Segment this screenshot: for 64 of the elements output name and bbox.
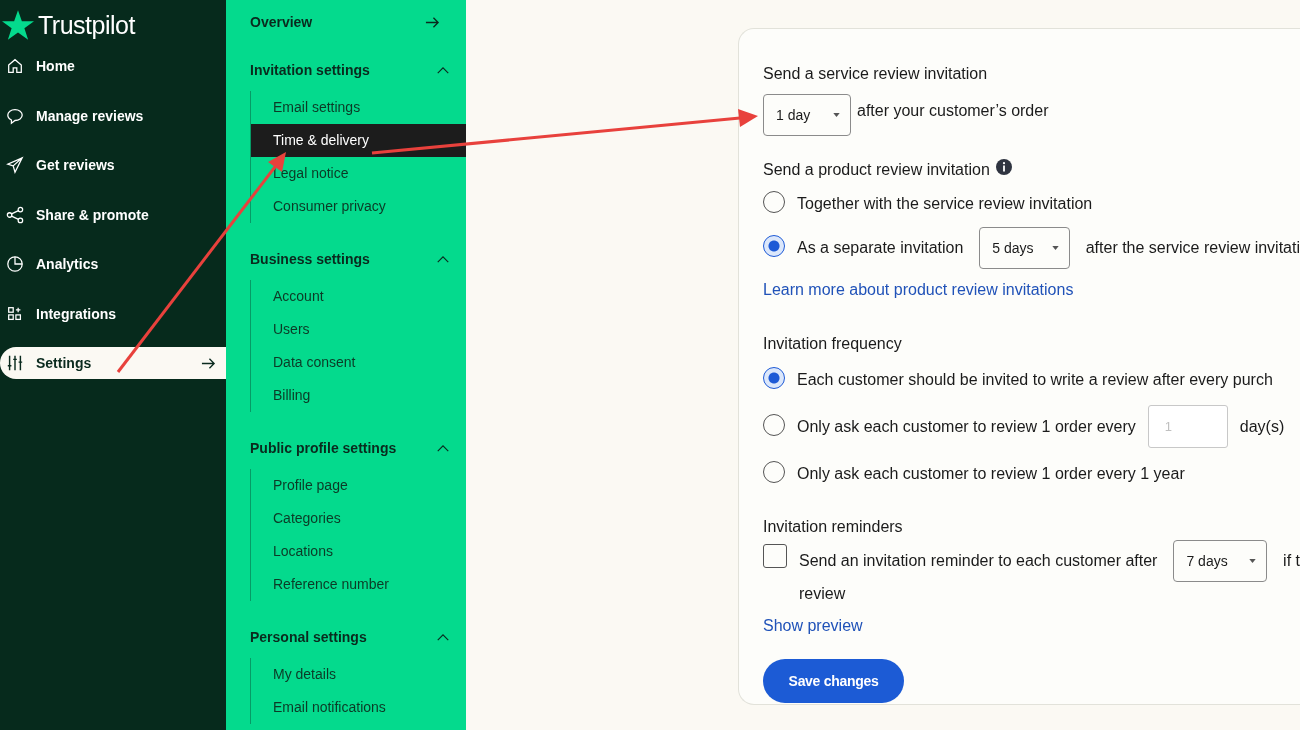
caret-icon <box>1051 245 1059 250</box>
section-header[interactable]: Personal settings <box>250 625 466 649</box>
field-label: Send a product review invitation <box>763 161 990 179</box>
caret-icon <box>1249 558 1257 563</box>
sliders-icon <box>6 354 24 372</box>
share-icon <box>6 205 24 224</box>
caret-icon <box>833 113 840 117</box>
radio-button[interactable] <box>763 235 785 257</box>
option-label: Each customer should be invited to write a review after every purch <box>797 370 1273 389</box>
send-icon <box>6 156 24 174</box>
overview-link[interactable]: Overview <box>250 10 466 34</box>
checkbox[interactable] <box>763 544 787 568</box>
submenu-item[interactable]: Account <box>251 280 466 313</box>
nav-item[interactable]: Analytics <box>0 248 226 280</box>
star-icon <box>2 9 34 41</box>
pie-chart-icon <box>6 255 24 273</box>
option-label: Only ask each customer to review 1 order every 1 year <box>797 464 1185 483</box>
dropdown[interactable]: 5 days <box>979 226 1070 269</box>
dropdown[interactable]: 1 day <box>763 94 851 136</box>
option-label: As a separate invitation <box>797 239 964 257</box>
section-header[interactable]: Business settings <box>250 247 466 271</box>
submenu-item[interactable]: Locations <box>251 535 466 568</box>
submenu-item[interactable]: Email notifications <box>251 691 466 724</box>
logo-text: Trustpilot <box>38 10 135 40</box>
show-preview-link[interactable]: Show preview <box>763 605 863 647</box>
nav-item[interactable]: Share & promote <box>0 198 226 231</box>
save-button[interactable]: Save changes <box>763 659 904 703</box>
nav-item[interactable]: Integrations <box>0 297 226 330</box>
submenu-item[interactable]: My details <box>251 658 466 691</box>
submenu-item[interactable]: Legal notice <box>251 157 466 190</box>
submenu-item[interactable]: Billing <box>251 379 466 412</box>
submenu-item[interactable]: Email settings <box>251 91 466 124</box>
option-text: day(s) <box>1239 417 1285 436</box>
home-icon <box>6 57 24 75</box>
number-field[interactable]: 1 <box>1147 405 1228 448</box>
submenu-item[interactable]: Consumer privacy <box>251 190 466 223</box>
submenu-item[interactable]: Profile page <box>251 469 466 502</box>
radio-button[interactable] <box>763 366 785 389</box>
section-header[interactable]: Invitation settings <box>250 58 466 82</box>
submenu-item[interactable]: Data consent <box>251 346 466 379</box>
nav-item[interactable]: Settings <box>0 347 226 379</box>
nav-item[interactable]: Manage reviews <box>0 99 226 132</box>
option-text: review <box>799 584 847 604</box>
submenu-item[interactable]: Time & delivery <box>251 124 466 157</box>
submenu-item[interactable]: Users <box>251 313 466 346</box>
section-header[interactable]: Public profile settings <box>250 436 466 460</box>
field-label: Send a service review invitation <box>763 64 989 84</box>
submenu-item[interactable]: Reference number <box>251 568 466 601</box>
field-label: Invitation frequency <box>763 334 903 354</box>
submenu-item[interactable]: Categories <box>251 502 466 535</box>
option-label: Only ask each customer to review 1 order every <box>797 417 1136 436</box>
option-label: Send an invitation reminder to each customer after <box>799 552 1158 570</box>
chat-bubble-icon <box>6 106 24 125</box>
grid-icon <box>6 304 24 323</box>
field-text: after your customer’s order <box>857 101 1049 120</box>
option-text: if t <box>1283 552 1300 570</box>
info-icon <box>995 159 1012 175</box>
option-label: Together with the service review invitation <box>797 195 1093 213</box>
nav-item[interactable]: Home <box>0 50 226 82</box>
dropdown[interactable]: 7 days <box>1173 539 1268 582</box>
learn-more-link[interactable]: Learn more about product review invitations <box>763 269 1074 311</box>
nav-item[interactable]: Get reviews <box>0 149 226 181</box>
field-label: Invitation reminders <box>763 517 904 537</box>
option-text: after the service review invitati <box>1085 239 1300 257</box>
